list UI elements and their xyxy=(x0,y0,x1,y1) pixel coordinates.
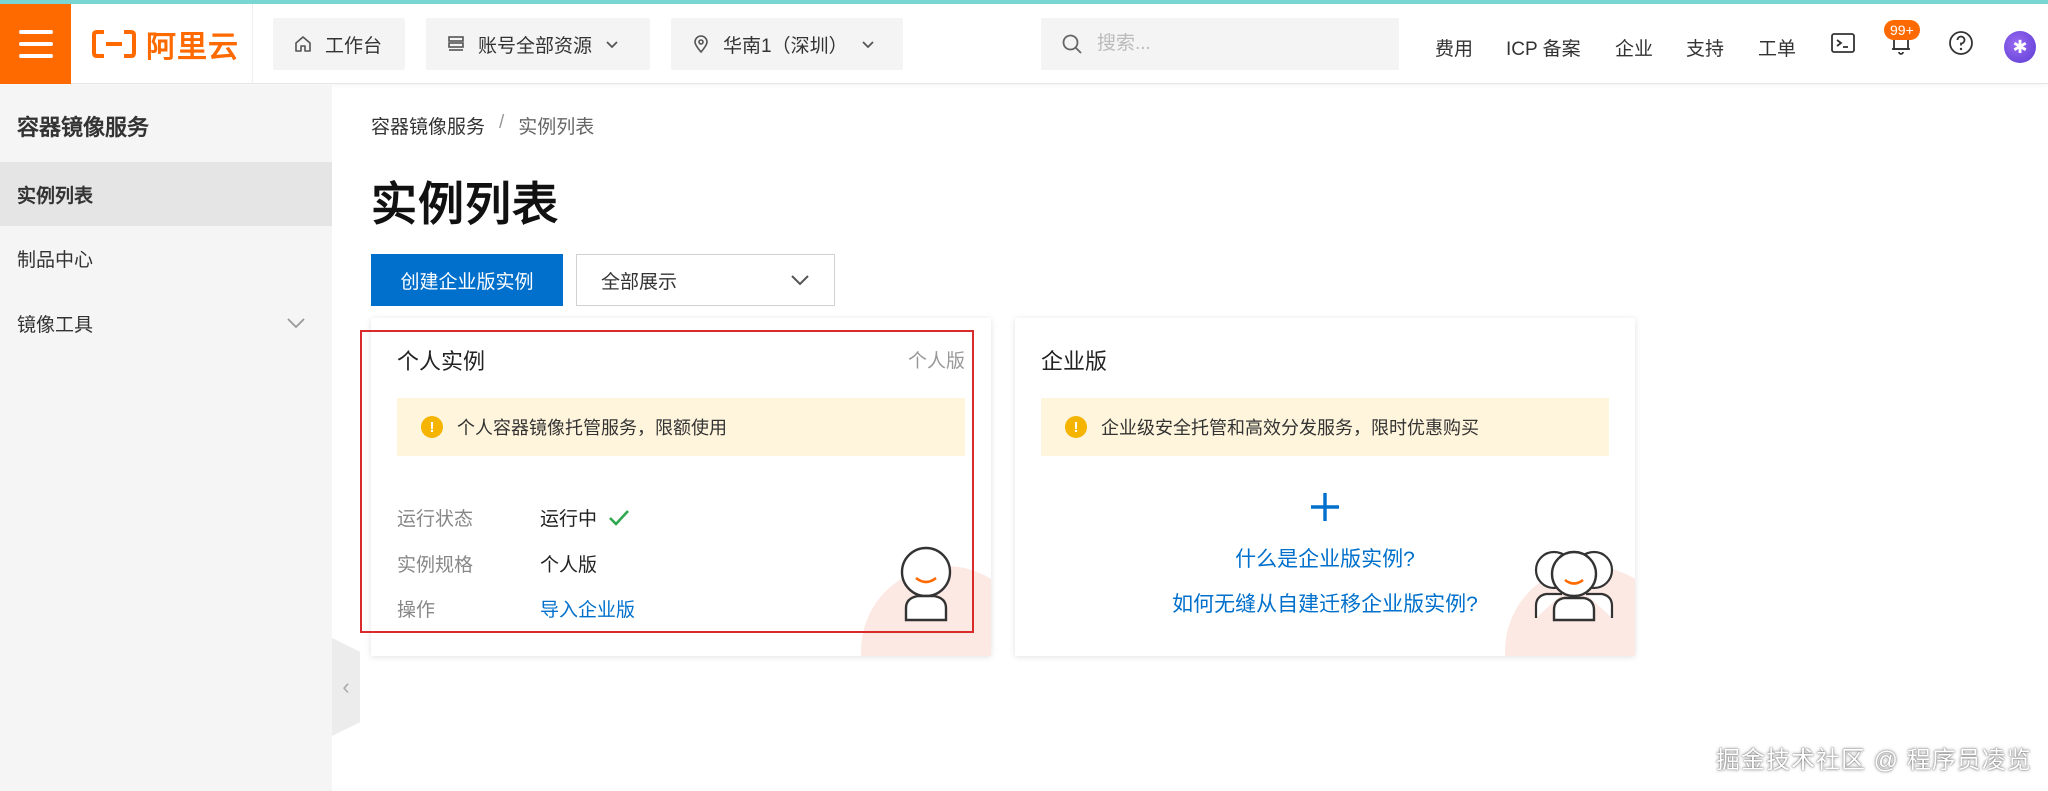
breadcrumb-current: 实例列表 xyxy=(518,117,595,138)
region-dropdown[interactable]: 华南1（深圳） xyxy=(671,18,903,70)
status-label: 运行状态 xyxy=(397,509,474,530)
divider xyxy=(252,4,253,84)
team-illustration-icon xyxy=(1534,550,1614,622)
display-filter-value: 全部展示 xyxy=(601,271,678,293)
sidebar-item-artifacts[interactable]: 制品中心 xyxy=(0,226,332,290)
link-ticket[interactable]: 工单 xyxy=(1758,34,1796,61)
warning-icon: ! xyxy=(421,416,443,438)
region-label: 华南1（深圳） xyxy=(723,35,848,57)
aliyun-logo-icon xyxy=(92,30,136,58)
search-bar[interactable] xyxy=(1041,18,1399,70)
display-filter-select[interactable]: 全部展示 xyxy=(576,254,835,306)
workbench-label: 工作台 xyxy=(325,35,383,57)
watermark: 掘金技术社区 @ 程序员凌览 xyxy=(1716,747,2032,774)
notice-banner: ! 企业级安全托管和高效分发服务，限时优惠购买 xyxy=(1041,398,1609,456)
home-icon xyxy=(295,36,311,52)
status-value: 运行中 xyxy=(540,509,598,530)
create-enterprise-instance-button[interactable]: 创建企业版实例 xyxy=(371,254,563,306)
status-row: 运行状态 运行中 xyxy=(397,504,631,531)
link-support[interactable]: 支持 xyxy=(1686,34,1724,61)
notification-badge: 99+ xyxy=(1884,20,1920,40)
resource-scope-dropdown[interactable]: 账号全部资源 xyxy=(426,18,650,70)
breadcrumb-root[interactable]: 容器镜像服务 xyxy=(371,112,485,139)
link-fees[interactable]: 费用 xyxy=(1435,34,1473,61)
top-navbar: 阿里云 工作台 账号全部资源 华南1（深圳） 费用 ICP 备案 企业 支持 工… xyxy=(0,4,2048,84)
check-icon xyxy=(609,509,629,526)
personal-instance-card[interactable]: 个人实例 个人版 ! 个人容器镜像托管服务，限额使用 运行状态 运行中 实例规格… xyxy=(371,318,991,656)
aliyun-logo[interactable]: 阿里云 xyxy=(92,26,239,64)
warning-icon: ! xyxy=(1065,416,1087,438)
action-label: 操作 xyxy=(397,600,436,621)
sidebar-item-label: 制品中心 xyxy=(17,249,94,271)
breadcrumb: 容器镜像服务 / 实例列表 xyxy=(371,112,594,139)
chevron-left-icon: ‹ xyxy=(342,674,350,699)
add-icon-wrap xyxy=(1015,490,1635,524)
import-enterprise-link[interactable]: 导入企业版 xyxy=(540,595,635,622)
card-title: 个人实例 xyxy=(397,349,486,374)
notice-banner: ! 个人容器镜像托管服务，限额使用 xyxy=(397,398,965,456)
sidebar-item-label: 实例列表 xyxy=(17,185,94,207)
single-user-illustration-icon xyxy=(900,546,952,622)
enterprise-card[interactable]: 企业版 ! 企业级安全托管和高效分发服务，限时优惠购买 什么是企业版实例? 如何… xyxy=(1015,318,1635,656)
sidebar-title: 容器镜像服务 xyxy=(17,115,150,140)
search-icon xyxy=(1062,34,1082,54)
resource-icon xyxy=(448,36,464,51)
action-row: 操作 导入企业版 xyxy=(397,595,635,622)
sidebar: 容器镜像服务 实例列表 制品中心 镜像工具 xyxy=(0,85,332,791)
sidebar-collapse-handle[interactable]: ‹ xyxy=(332,638,360,736)
chevron-down-icon xyxy=(287,318,305,329)
chevron-down-icon xyxy=(791,275,809,286)
menu-icon[interactable] xyxy=(0,4,71,84)
breadcrumb-separator: / xyxy=(499,112,505,133)
chevron-down-icon xyxy=(861,41,874,49)
notice-text: 企业级安全托管和高效分发服务，限时优惠购买 xyxy=(1101,418,1479,438)
card-tag: 个人版 xyxy=(907,351,965,372)
avatar[interactable]: ✱ xyxy=(2004,31,2036,63)
notice-text: 个人容器镜像托管服务，限额使用 xyxy=(457,418,727,438)
page-title: 实例列表 xyxy=(371,178,559,230)
card-title: 企业版 xyxy=(1041,349,1108,374)
spec-value: 个人版 xyxy=(540,555,598,576)
chevron-down-icon xyxy=(606,41,618,49)
spec-label: 实例规格 xyxy=(397,555,474,576)
link-icp[interactable]: ICP 备案 xyxy=(1506,34,1581,61)
link-enterprise[interactable]: 企业 xyxy=(1615,34,1653,61)
help-icon[interactable] xyxy=(1946,28,1976,58)
plus-icon[interactable] xyxy=(1308,490,1342,524)
terminal-icon[interactable] xyxy=(1828,28,1858,58)
resource-scope-label: 账号全部资源 xyxy=(478,35,593,57)
workbench-button[interactable]: 工作台 xyxy=(273,18,405,70)
location-icon xyxy=(694,35,708,54)
sidebar-item-label: 镜像工具 xyxy=(17,314,94,336)
sidebar-item-instances[interactable]: 实例列表 xyxy=(0,162,332,226)
logo-text: 阿里云 xyxy=(146,31,239,64)
sidebar-item-image-tools[interactable]: 镜像工具 xyxy=(0,291,332,355)
search-input[interactable] xyxy=(1097,33,1377,55)
spec-row: 实例规格 个人版 xyxy=(397,550,597,577)
